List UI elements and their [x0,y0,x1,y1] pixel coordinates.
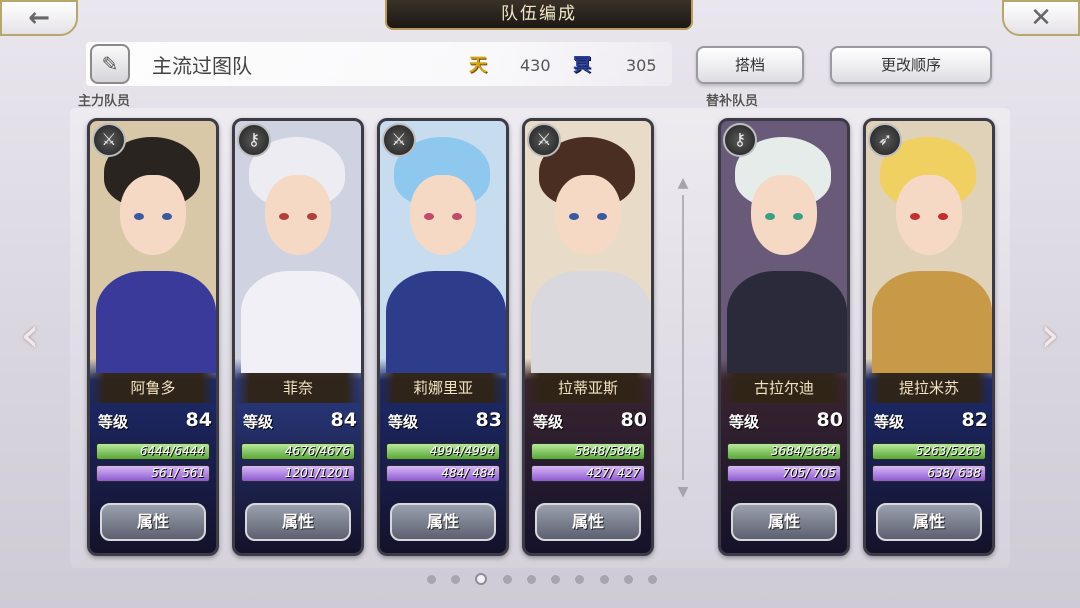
level-label: 等级 [243,413,274,431]
prev-page-arrow[interactable]: ‹ [10,300,50,370]
page-dot[interactable] [599,574,609,584]
page-dot[interactable] [451,574,461,584]
member-name: 提拉米苏 [866,373,992,403]
sky-attribute-value: 430 [520,56,551,75]
dark-attribute-icon: 冥 [573,55,591,76]
mp-bar: 484/ 484 [386,465,500,482]
hp-bar: 5263/5263 [872,443,986,460]
mp-bar: 427/ 427 [531,465,645,482]
member-name: 菲奈 [235,373,361,403]
level-value: 84 [330,409,357,431]
attribute-button[interactable]: 属性 [245,503,351,541]
weapon-type-icon: ➶ [868,123,902,157]
member-name: 莉娜里亚 [380,373,506,403]
hp-bar: 5848/5848 [531,443,645,460]
hp-bar: 6444/6444 [96,443,210,460]
next-page-arrow[interactable]: › [1030,300,1070,370]
page-title: 队伍编成 [385,0,693,30]
member-portrait [235,121,361,373]
back-arrow-icon: ← [28,3,50,33]
level-label: 等级 [874,413,905,431]
mp-bar: 561/ 561 [96,465,210,482]
level-value: 80 [816,409,843,431]
weapon-type-icon: ⚔ [382,123,416,157]
level-label: 等级 [98,413,129,431]
attribute-button[interactable]: 属性 [876,503,982,541]
level-label: 等级 [729,413,760,431]
level-value: 84 [185,409,212,431]
page-dot[interactable] [475,573,488,585]
member-name: 拉蒂亚斯 [525,373,651,403]
level-label: 等级 [533,413,564,431]
chevron-right-icon: › [1040,307,1060,363]
page-dot[interactable] [647,574,657,584]
edit-team-name-button[interactable]: ✎ [90,44,130,84]
chevron-left-icon: ‹ [20,307,40,363]
team-name-bar: ✎ 主流过图队 天 430 冥 305 [86,42,672,86]
page-dot[interactable] [427,574,436,584]
page-dot[interactable] [502,574,512,584]
attribute-button[interactable]: 属性 [390,503,496,541]
level-value: 83 [475,409,502,431]
member-card[interactable]: ⚷ 菲奈等级 84 4676/4676 1201/1201 属性 [232,118,364,556]
page-dot[interactable] [551,574,561,584]
sky-attribute-icon: 天 [469,55,487,76]
attribute-button[interactable]: 属性 [100,503,206,541]
weapon-type-icon: ⚷ [237,123,271,157]
sub-members-label: 替补队员 [706,94,759,109]
attribute-button[interactable]: 属性 [731,503,837,541]
weapon-type-icon: ⚷ [723,123,757,157]
divider-down-icon: ▼ [677,484,689,500]
team-name: 主流过图队 [152,54,252,78]
member-portrait [525,121,651,373]
main-sub-divider: ▲ ▼ [676,175,690,500]
member-portrait [380,121,506,373]
hp-bar: 4676/4676 [241,443,355,460]
member-card[interactable]: ⚔ 拉蒂亚斯等级 80 5848/5848 427/ 427 属性 [522,118,654,556]
member-card[interactable]: ⚷ 古拉尔迪等级 80 3684/3684 705/ 705 属性 [718,118,850,556]
page-dot[interactable] [526,574,536,584]
close-button[interactable]: ✕ [1002,0,1080,36]
mp-bar: 1201/1201 [241,465,355,482]
pagination-dots [427,572,657,586]
page-dot[interactable] [575,574,585,584]
divider-up-icon: ▲ [677,175,689,191]
member-card[interactable]: ⚔ 莉娜里亚等级 83 4994/4994 484/ 484 属性 [377,118,509,556]
member-name: 古拉尔迪 [721,373,847,403]
hp-bar: 3684/3684 [727,443,841,460]
member-portrait [866,121,992,373]
weapon-type-icon: ⚔ [527,123,561,157]
change-order-button[interactable]: 更改顺序 [830,46,992,84]
dark-attribute-value: 305 [626,56,657,75]
level-value: 82 [961,409,988,431]
hp-bar: 4994/4994 [386,443,500,460]
main-members-label: 主力队员 [78,94,131,109]
page-dot[interactable] [623,574,633,584]
level-value: 80 [620,409,647,431]
mp-bar: 705/ 705 [727,465,841,482]
close-icon: ✕ [1030,3,1052,33]
mp-bar: 638/ 638 [872,465,986,482]
member-card[interactable]: ➶ 提拉米苏等级 82 5263/5263 638/ 638 属性 [863,118,995,556]
member-card[interactable]: ⚔ 阿鲁多等级 84 6444/6444 561/ 561 属性 [87,118,219,556]
partner-button[interactable]: 搭档 [696,46,804,84]
member-name: 阿鲁多 [90,373,216,403]
member-portrait [721,121,847,373]
weapon-type-icon: ⚔ [92,123,126,157]
attribute-button[interactable]: 属性 [535,503,641,541]
back-arrow-button[interactable]: ← [0,0,78,36]
member-portrait [90,121,216,373]
level-label: 等级 [388,413,419,431]
pencil-icon: ✎ [101,52,119,76]
